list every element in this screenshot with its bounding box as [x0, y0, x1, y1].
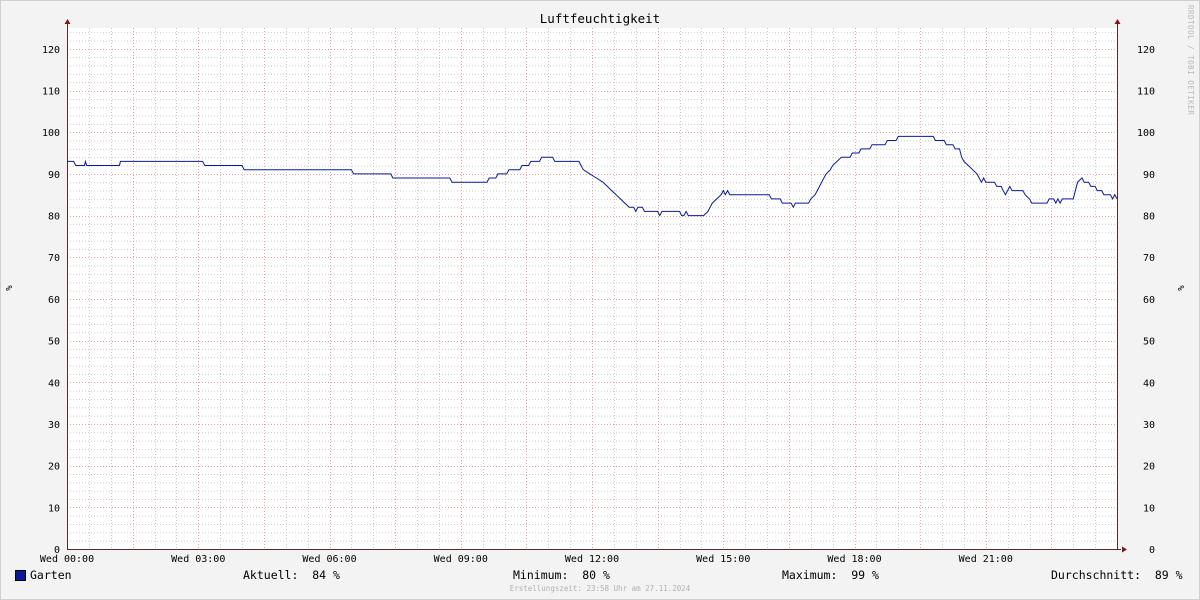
- y-tick-label-left: 50: [48, 337, 60, 348]
- y-tick-label-right: 90: [1143, 170, 1155, 181]
- y-axis-label-left: %: [5, 285, 15, 291]
- y-tick-label-left: 100: [42, 128, 60, 139]
- y-tick-label-left: 120: [42, 45, 60, 56]
- legend-color-swatch: [15, 570, 26, 581]
- y-tick-label-left: 90: [48, 170, 60, 181]
- y-tick-label-right: 70: [1143, 253, 1155, 264]
- x-tick-label: Wed 12:00: [565, 554, 619, 565]
- y-tick-label-left: 60: [48, 295, 60, 306]
- y-tick-label-right: 40: [1143, 378, 1155, 389]
- y-tick-label-left: 20: [48, 462, 60, 473]
- watermark: RRDTOOL / TOBI OETIKER: [1186, 5, 1195, 116]
- legend-avg-value: 89 %: [1154, 568, 1183, 582]
- y-tick-label-right: 60: [1143, 295, 1155, 306]
- y-tick-label-right: 10: [1143, 503, 1155, 514]
- humidity-chart: 0 010 1020 2030 3040 4050 5060 6070 7080 8090 9010…: [5, 11, 1187, 565]
- y-tick-label-right: 20: [1143, 462, 1155, 473]
- legend-series-name: Garten: [30, 568, 72, 582]
- legend-max-value: 99 %: [851, 568, 879, 582]
- y-tick-label-left: 10: [48, 503, 60, 514]
- creation-time-footer: Erstellungszeit: 23:58 Uhr am 27.11.2024: [509, 584, 691, 593]
- y-tick-label-right: 110: [1137, 87, 1155, 98]
- legend-min-value: 80 %: [582, 568, 610, 582]
- x-tick-label: Wed 06:00: [302, 554, 356, 565]
- x-tick-label: Wed 15:00: [696, 554, 750, 565]
- y-tick-label-right: 100: [1137, 128, 1155, 139]
- y-tick-label-right: 0: [1149, 545, 1155, 556]
- x-tick-label: Wed 03:00: [171, 554, 225, 565]
- legend-minimum: Minimum: 80 %: [513, 568, 610, 582]
- legend-current: Aktuell: 84 %: [243, 568, 340, 582]
- legend-max-label: Maximum:: [782, 568, 838, 582]
- y-tick-label-left: 110: [42, 87, 60, 98]
- x-tick-label: Wed 00:00: [40, 554, 94, 565]
- y-tick-label-right: 30: [1143, 420, 1155, 431]
- x-tick-label: Wed 09:00: [434, 554, 488, 565]
- y-tick-label-right: 80: [1143, 212, 1155, 223]
- y-axis-arrow-left: [64, 19, 71, 24]
- legend-avg-label: Durchschnitt:: [1051, 568, 1142, 582]
- x-tick-label: Wed 18:00: [827, 554, 881, 565]
- y-tick-label-left: 30: [48, 420, 60, 431]
- y-axis-label-right: %: [1177, 285, 1187, 291]
- y-axis-arrow-right: [1114, 19, 1121, 24]
- y-tick-label-left: 70: [48, 253, 60, 264]
- legend-current-value: 84 %: [312, 568, 340, 582]
- y-tick-label-right: 120: [1137, 45, 1155, 56]
- y-tick-label-left: 40: [48, 378, 60, 389]
- y-tick-label-right: 50: [1143, 337, 1155, 348]
- legend-min-label: Minimum:: [513, 568, 569, 582]
- legend-maximum: Maximum: 99 %: [782, 568, 879, 582]
- legend-current-label: Aktuell:: [243, 568, 299, 582]
- chart-title: Luftfeuchtigkeit: [540, 11, 660, 26]
- legend-average: Durchschnitt: 89 %: [1051, 568, 1183, 582]
- y-tick-label-left: 80: [48, 212, 60, 223]
- x-tick-label: Wed 21:00: [959, 554, 1013, 565]
- x-axis-arrow: [1122, 546, 1127, 553]
